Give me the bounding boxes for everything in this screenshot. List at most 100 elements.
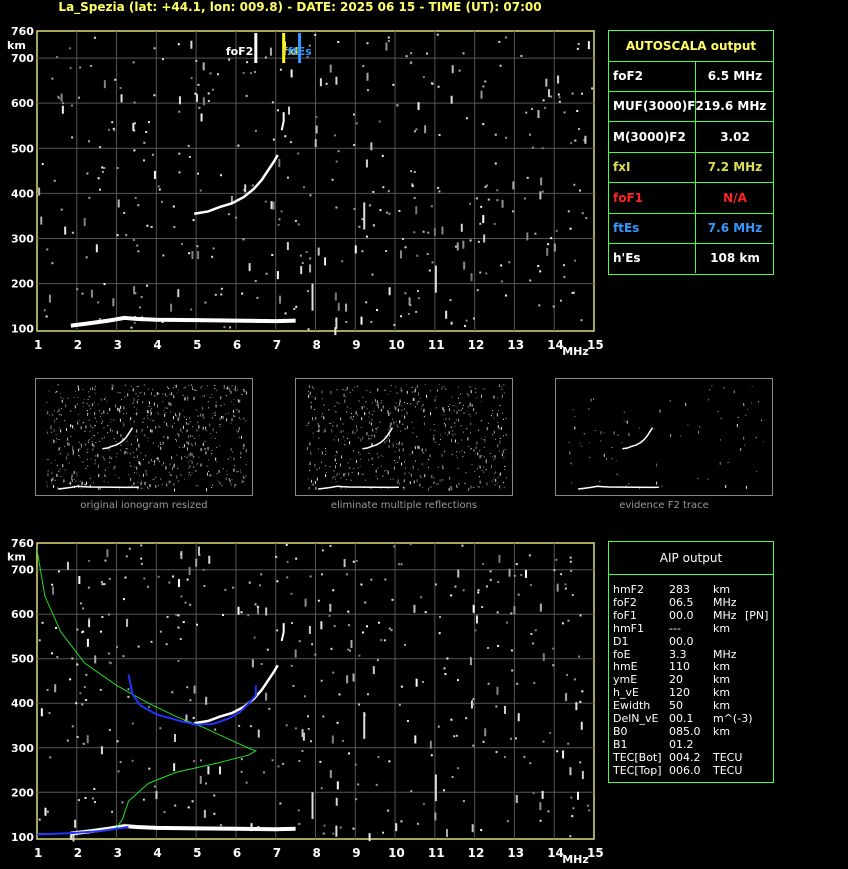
noise-pixel [561,622,564,625]
thumb-noise [229,388,231,390]
thumb-noise [480,438,482,440]
noise-pixel [147,585,150,588]
thumb-noise [210,437,212,439]
thumb-noise [188,467,190,469]
noise-pixel [90,64,93,67]
noise-pixel [537,264,540,267]
noise-pixel [569,556,572,559]
noise-pixel [99,146,102,149]
thumb-noise [173,395,175,399]
aip-value: 006.0 [669,763,701,777]
noise-pixel [51,77,54,80]
thumb-noise [389,439,391,443]
noise-pixel [192,219,195,222]
thumb-noise [359,465,361,467]
noise-pixel [271,254,274,257]
noise-pixel [503,705,506,714]
noise-pixel [294,649,297,658]
thumb-noise [51,482,53,484]
thumb-noise [105,475,107,477]
noise-pixel [368,204,371,207]
noise-pixel [524,569,527,578]
noise-pixel [171,691,174,694]
noise-pixel [410,52,413,55]
noise-pixel [358,654,361,657]
noise-pixel [178,110,181,113]
noise-pixel [400,820,403,823]
thumb-noise [751,386,753,388]
thumb-noise [473,408,475,410]
thumb-noise [173,416,175,420]
noise-pixel [280,210,283,213]
noise-pixel [178,96,181,105]
thumb-noise [118,477,120,479]
noise-pixel [354,763,357,766]
noise-pixel [145,131,148,134]
thumb-noise [136,400,138,404]
thumb-noise [210,453,212,455]
thumb-noise [590,398,592,402]
thumb-noise [401,462,403,466]
thumb-noise [211,449,213,451]
noise-pixel [256,605,259,608]
thumb-noise [419,475,421,477]
thumb-noise [79,480,81,482]
noise-pixel [552,664,555,667]
thumb-noise [119,418,121,422]
noise-pixel [335,76,338,85]
thumb-noise [169,474,171,476]
thumb-noise [193,455,195,457]
y-tick-label: 200 [11,786,34,799]
thumb-noise [737,417,739,419]
thumb-noise [475,412,477,414]
noise-pixel [219,766,222,775]
thumb-noise [411,451,413,453]
noise-pixel [314,33,317,36]
thumb-noise [52,485,54,489]
noise-pixel [415,206,418,215]
noise-pixel [146,284,149,287]
noise-pixel [264,56,267,59]
noise-pixel [393,545,396,548]
noise-pixel [571,92,574,95]
noise-pixel [576,47,579,50]
thumb-noise [454,425,456,427]
noise-pixel [388,287,391,296]
thumb-noise [413,397,415,401]
thumb-noise [83,398,85,400]
noise-pixel [413,130,416,133]
thumb-noise [52,477,54,481]
noise-pixel [286,560,289,563]
noise-pixel [150,640,153,643]
thumb-noise [480,394,482,398]
thumb-noise [231,418,233,422]
thumb-noise [492,410,494,412]
thumb-noise [450,425,452,427]
thumb-noise [323,431,325,433]
noise-pixel [172,575,175,578]
noise-pixel [353,144,356,147]
noise-pixel [475,197,478,200]
thumb-noise [240,435,242,439]
noise-pixel [60,208,63,211]
thumb-noise [460,393,462,395]
thumb-noise [308,394,310,398]
thumb-noise [414,446,416,450]
y-tick-label: 600 [11,608,34,621]
thumb-noise [456,484,458,488]
thumb-noise [312,483,314,485]
thumb-noise [80,426,82,430]
thumb-noise [207,447,209,451]
thumb-noise [245,391,247,395]
thumb-noise [623,420,625,422]
noise-pixel [197,251,200,260]
noise-pixel [526,232,529,241]
thumb-noise [707,399,709,401]
noise-pixel [430,754,433,757]
autoscala-row: MUF(3000)F2 19.6 MHz [609,91,773,123]
aip-value: 01.2 [669,737,694,751]
noise-pixel [242,71,245,74]
noise-pixel [569,560,572,563]
noise-pixel [345,320,348,323]
noise-pixel [580,319,583,322]
